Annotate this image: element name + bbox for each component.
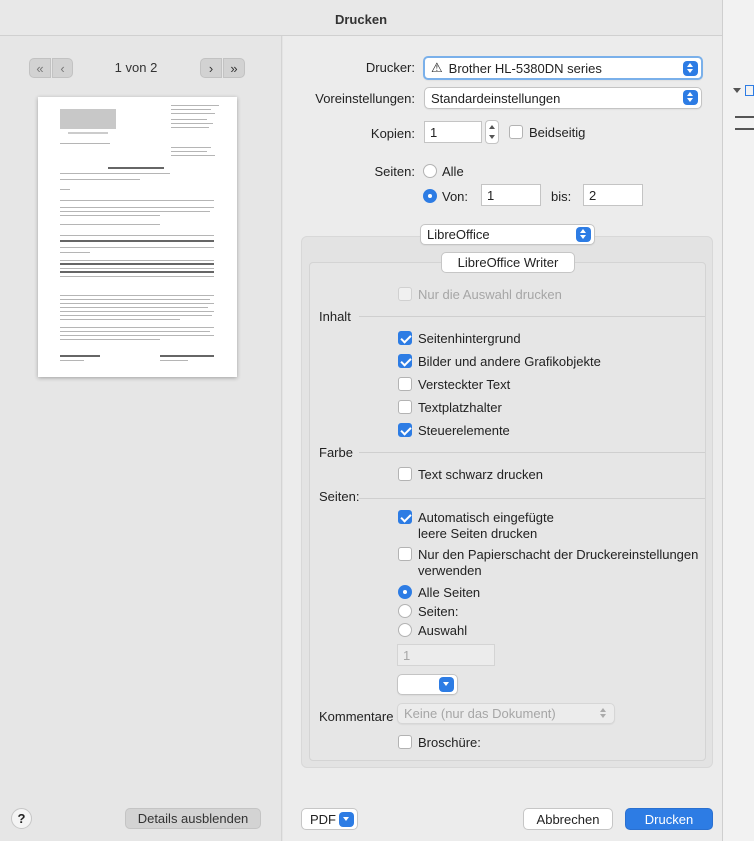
pages-all-label: Alle [442, 164, 464, 179]
brochure-label: Broschüre: [418, 735, 481, 750]
previous-page-button[interactable]: ‹ [52, 58, 73, 78]
black-text-label: Text schwarz drucken [418, 467, 543, 482]
images-label: Bilder und andere Grafikobjekte [418, 354, 601, 369]
content-heading: Inhalt [319, 309, 351, 324]
pages-range-radio[interactable] [423, 189, 437, 203]
all-pages-label: Alle Seiten [418, 585, 481, 600]
comments-select-value: Keine (nur das Dokument) [404, 706, 556, 721]
color-heading: Farbe [319, 445, 353, 460]
paper-tray-label-line2: verwenden [418, 563, 482, 578]
pages-to-input[interactable]: 2 [583, 184, 643, 206]
selection-only-checkbox[interactable] [398, 287, 412, 301]
page-counter: 1 von 2 [114, 60, 158, 75]
section-select[interactable]: LibreOffice [420, 224, 595, 245]
duplex-checkbox[interactable] [509, 125, 523, 139]
chevron-updown-icon [683, 90, 698, 105]
copies-input[interactable]: 1 [424, 121, 482, 143]
print-button[interactable]: Drucken [625, 808, 713, 830]
duplex-label: Beidseitig [529, 125, 586, 140]
settings-panel: Drucker: ⚠ Brother HL-5380DN series Vore… [283, 36, 722, 841]
all-pages-radio[interactable] [398, 585, 412, 599]
presets-value: Standardeinstellungen [431, 90, 561, 106]
pages-to-label: bis: [551, 189, 572, 204]
pdf-button-label: PDF [310, 811, 336, 827]
warning-icon: ⚠ [431, 60, 443, 75]
divider [359, 316, 705, 317]
pages-all-radio[interactable] [423, 164, 437, 178]
hidden-text-label: Versteckter Text [418, 377, 511, 392]
paper-tray-label-line1: Nur den Papierschacht der Druckereinstel… [418, 547, 699, 562]
form-controls-checkbox[interactable] [398, 423, 412, 437]
background-window [722, 0, 754, 841]
paper-tray-checkbox[interactable] [398, 547, 412, 561]
first-page-button[interactable]: « [29, 58, 51, 78]
copies-stepper[interactable] [485, 120, 499, 144]
next-page-button[interactable]: › [200, 58, 222, 78]
title-bar: Drucken [0, 0, 722, 36]
pages-option-radio[interactable] [398, 604, 412, 618]
hide-details-button[interactable]: Details ausblenden [125, 808, 261, 829]
document-logo [60, 109, 116, 129]
dialog-title: Drucken [334, 12, 388, 27]
chevron-down-icon [339, 812, 354, 827]
chevron-updown-icon [683, 61, 698, 76]
comments-label: Kommentare [319, 709, 394, 724]
pdf-menu-button[interactable]: PDF [301, 808, 358, 830]
selection-only-label: Nur die Auswahl drucken [418, 287, 562, 302]
divider [359, 452, 705, 453]
small-dropdown[interactable] [397, 674, 458, 695]
page-background-label: Seitenhintergrund [418, 331, 521, 346]
pages-label: Seiten: [374, 164, 415, 179]
comments-select[interactable]: Keine (nur das Dokument) [397, 703, 615, 724]
cancel-button[interactable]: Abbrechen [523, 808, 613, 830]
auto-blank-pages-checkbox[interactable] [398, 510, 412, 524]
page-preview [38, 97, 237, 377]
chevron-updown-icon [596, 706, 611, 721]
selection-option-radio[interactable] [398, 623, 412, 637]
black-text-checkbox[interactable] [398, 467, 412, 481]
brochure-checkbox[interactable] [398, 735, 412, 749]
placeholders-label: Textplatzhalter [418, 400, 502, 415]
chevron-down-icon [439, 677, 454, 692]
page-range-input[interactable]: 1 [397, 644, 495, 666]
pages-from-label: Von: [442, 189, 469, 204]
printer-value: Brother HL-5380DN series [448, 60, 602, 76]
divider [359, 498, 705, 499]
auto-blank-pages-label-line1: Automatisch eingefügte [418, 510, 554, 525]
placeholders-checkbox[interactable] [398, 400, 412, 414]
pages-option-label: Seiten: [418, 604, 459, 619]
last-page-button[interactable]: » [223, 58, 245, 78]
page-background-checkbox[interactable] [398, 331, 412, 345]
auto-blank-pages-label-line2: leere Seiten drucken [418, 526, 538, 541]
pages-heading: Seiten: [319, 489, 360, 504]
preview-panel: « ‹ 1 von 2 › » ? Details ausblenden [0, 36, 282, 841]
images-checkbox[interactable] [398, 354, 412, 368]
hidden-text-checkbox[interactable] [398, 377, 412, 391]
presets-select[interactable]: Standardeinstellungen [424, 87, 702, 109]
printer-label: Drucker: [365, 60, 415, 75]
libreoffice-writer-tab[interactable]: LibreOffice Writer [441, 252, 575, 273]
form-controls-label: Steuerelemente [418, 423, 510, 438]
copies-label: Kopien: [370, 126, 415, 141]
selection-option-label: Auswahl [418, 623, 468, 638]
presets-label: Voreinstellungen: [315, 91, 415, 106]
section-select-value: LibreOffice [427, 227, 490, 242]
printer-select[interactable]: ⚠ Brother HL-5380DN series [423, 56, 703, 80]
pages-from-input[interactable]: 1 [481, 184, 541, 206]
chevron-updown-icon [576, 227, 591, 242]
help-icon[interactable]: ? [11, 808, 32, 829]
